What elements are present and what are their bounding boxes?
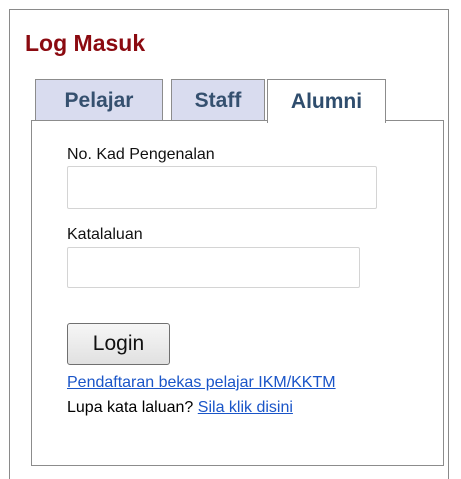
forgot-password-text: Lupa kata laluan? bbox=[67, 399, 194, 416]
panel-title: Log Masuk bbox=[25, 30, 146, 56]
password-label: Katalaluan bbox=[67, 226, 143, 243]
tab-staff[interactable]: Staff bbox=[171, 79, 265, 121]
forgot-password-link[interactable]: Sila klik disini bbox=[198, 399, 293, 416]
alumni-registration-link[interactable]: Pendaftaran bekas pelajar IKM/KKTM bbox=[67, 373, 336, 393]
forgot-password-row: Lupa kata laluan? Sila klik disini bbox=[67, 398, 293, 418]
tab-alumni[interactable]: Alumni bbox=[267, 79, 386, 123]
tab-pelajar[interactable]: Pelajar bbox=[35, 79, 163, 121]
login-button[interactable]: Login bbox=[67, 323, 170, 365]
ic-number-label: No. Kad Pengenalan bbox=[67, 146, 215, 163]
ic-number-input[interactable] bbox=[67, 166, 377, 209]
password-input[interactable] bbox=[67, 247, 360, 288]
